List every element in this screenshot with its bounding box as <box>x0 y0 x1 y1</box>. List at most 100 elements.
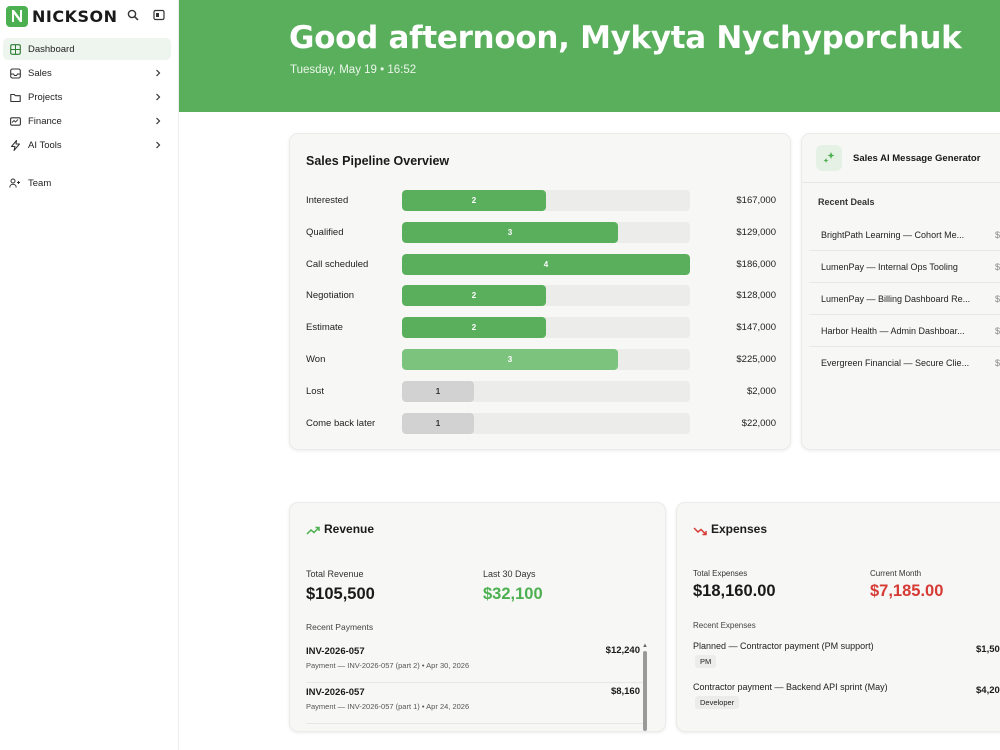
chevron-right-icon[interactable] <box>152 67 164 79</box>
pipeline-bar-fill: 1 <box>402 412 474 434</box>
pipeline-stage-row[interactable]: Estimate 2 $147,000 <box>290 317 790 339</box>
expense-name: Planned — Contractor payment (PM support… <box>693 641 874 651</box>
sidebar-item-sales[interactable]: Sales <box>3 62 171 84</box>
pipeline-stage-amount: $2,000 <box>746 385 776 397</box>
greeting-header: Good afternoon, Mykyta Nychyporchuk Tues… <box>179 0 1000 112</box>
sidebar-item-label: Dashboard <box>28 43 75 55</box>
pipeline-bar-fill: 2 <box>402 285 546 307</box>
pipeline-stage-row[interactable]: Won 3 $225,000 <box>290 349 790 371</box>
current-datetime: Tuesday, May 19 • 16:52 <box>290 64 417 76</box>
deal-item[interactable]: LumenPay — Internal Ops Tooling $ <box>809 251 1000 283</box>
deal-name: Harbor Health — Admin Dashboar... <box>821 326 965 336</box>
sidebar-item-dashboard[interactable]: Dashboard <box>3 38 171 60</box>
users-icon <box>9 177 21 189</box>
pipeline-stage-amount: $22,000 <box>741 417 776 429</box>
pipeline-stage-label: Qualified <box>306 226 344 238</box>
sidebar-item-label: Team <box>28 177 52 189</box>
recent-expenses-label: Recent Expenses <box>693 621 756 630</box>
pipeline-bar-track: 2 <box>402 285 690 307</box>
deal-name: LumenPay — Internal Ops Tooling <box>821 262 958 272</box>
pipeline-stage-label: Estimate <box>306 322 343 334</box>
pipeline-stage-label: Interested <box>306 195 349 206</box>
chevron-right-icon[interactable] <box>152 139 164 151</box>
pipeline-stage-amount: $147,000 <box>736 322 776 334</box>
deal-amount: $ <box>995 294 1000 304</box>
pipeline-bar-fill: 3 <box>402 221 618 243</box>
app-root: NICKSON Dashboard Sales Projects Finance… <box>0 0 1000 750</box>
sidebar-item-finance[interactable]: Finance <box>3 110 171 132</box>
total-expenses-value: $18,160.00 <box>693 582 776 600</box>
pipeline-bar-track: 1 <box>402 412 690 434</box>
trending-up-icon <box>306 524 320 536</box>
pipeline-bar-fill: 4 <box>402 253 690 275</box>
pipeline-stage-row[interactable]: Qualified 3 $129,000 <box>290 221 790 244</box>
search-icon[interactable] <box>126 8 140 22</box>
total-revenue-value: $105,500 <box>306 585 375 603</box>
sidebar: NICKSON Dashboard Sales Projects Finance… <box>0 0 179 750</box>
pipeline-stage-amount: $167,000 <box>736 195 776 206</box>
payment-description: Payment — INV-2026-057 (part 1) • Apr 24… <box>306 702 470 711</box>
payment-row[interactable]: INV-2026-057 Payment — INV-2026-057 (par… <box>306 643 644 683</box>
deal-name: BrightPath Learning — Cohort Me... <box>821 230 965 240</box>
sidebar-item-projects[interactable]: Projects <box>3 86 171 108</box>
recent-payments-label: Recent Payments <box>306 622 374 632</box>
scrollbar-thumb[interactable] <box>643 651 647 731</box>
pipeline-stage-label: Come back later <box>306 417 376 429</box>
sidebar-item-label: Finance <box>28 115 62 127</box>
pipeline-stage-row[interactable]: Negotiation 2 $128,000 <box>290 285 790 307</box>
deal-name: LumenPay — Billing Dashboard Re... <box>821 294 971 304</box>
pipeline-bar-track: 2 <box>402 317 690 339</box>
deal-item[interactable]: Evergreen Financial — Secure Clie... $ <box>809 347 1000 379</box>
sparkle-icon[interactable] <box>816 145 842 171</box>
expense-tag: PM <box>695 655 717 668</box>
payment-description: Payment — INV-2026-057 (part 2) • Apr 30… <box>306 661 470 670</box>
ai-message-generator-card: Sales AI Message Generator Recent Deals … <box>801 133 1000 450</box>
pipeline-bar-fill: 2 <box>402 317 546 339</box>
divider <box>802 182 1000 183</box>
pipeline-stage-row[interactable]: Lost 1 $2,000 <box>290 380 790 403</box>
total-revenue-label: Total Revenue <box>306 569 364 579</box>
brand-logo-icon <box>6 5 28 27</box>
bolt-icon <box>9 139 21 151</box>
nav-separator <box>3 158 171 172</box>
deal-item[interactable]: LumenPay — Billing Dashboard Re... $ <box>809 283 1000 315</box>
collapse-sidebar-icon[interactable] <box>152 8 166 22</box>
deal-item[interactable]: BrightPath Learning — Cohort Me... $ <box>809 219 1000 251</box>
brand[interactable]: NICKSON <box>6 5 118 27</box>
card-title: Sales Pipeline Overview <box>306 154 450 168</box>
deal-amount: $ <box>995 262 1000 272</box>
sidebar-item-label: Sales <box>28 67 52 79</box>
inbox-icon <box>9 67 21 79</box>
pipeline-bar-track: 1 <box>402 380 690 402</box>
card-title: Expenses <box>711 522 768 536</box>
pipeline-bar-track: 4 <box>402 253 690 275</box>
deal-amount: $ <box>995 358 1000 368</box>
pipeline-stage-label: Lost <box>306 385 324 397</box>
sidebar-item-team[interactable]: Team <box>3 172 171 194</box>
pipeline-stage-label: Call scheduled <box>306 258 369 270</box>
greeting-title: Good afternoon, Mykyta Nychyporchuk <box>289 20 962 56</box>
chevron-right-icon[interactable] <box>152 91 164 103</box>
sales-pipeline-card: Sales Pipeline Overview Interested 2 $167,… <box>289 133 791 450</box>
chevron-right-icon[interactable] <box>152 115 164 127</box>
scroll-up-arrow-icon[interactable]: ▲ <box>642 643 648 649</box>
payment-row[interactable]: INV-2026-057 Payment — INV-2026-057 (par… <box>306 684 644 724</box>
card-title: Revenue <box>324 522 375 536</box>
pipeline-stage-amount: $128,000 <box>736 290 776 302</box>
sidebar-item-ai-tools[interactable]: AI Tools <box>3 134 171 156</box>
total-expenses-label: Total Expenses <box>693 569 748 578</box>
pipeline-stage-row[interactable]: Come back later 1 $22,000 <box>290 412 790 435</box>
pipeline-stage-row[interactable]: Interested 2 $167,000 <box>290 190 790 212</box>
pipeline-stage-row[interactable]: Call scheduled 4 $186,000 <box>290 253 790 276</box>
expense-amount: $1,50 <box>976 644 1000 655</box>
revenue-card: Revenue Total Revenue $105,500 Last 30 D… <box>289 502 666 732</box>
pipeline-bar-fill: 1 <box>402 380 474 402</box>
deal-amount: $ <box>995 326 1000 336</box>
expense-tag: Developer <box>695 696 740 709</box>
pipeline-bar-fill: 2 <box>402 190 546 211</box>
deal-item[interactable]: Harbor Health — Admin Dashboar... $ <box>809 315 1000 347</box>
payment-invoice-id: INV-2026-057 <box>306 687 365 698</box>
payments-scrollbar[interactable]: ▲ <box>642 643 648 731</box>
current-month-label: Current Month <box>870 569 922 578</box>
pipeline-stage-label: Negotiation <box>306 290 355 302</box>
